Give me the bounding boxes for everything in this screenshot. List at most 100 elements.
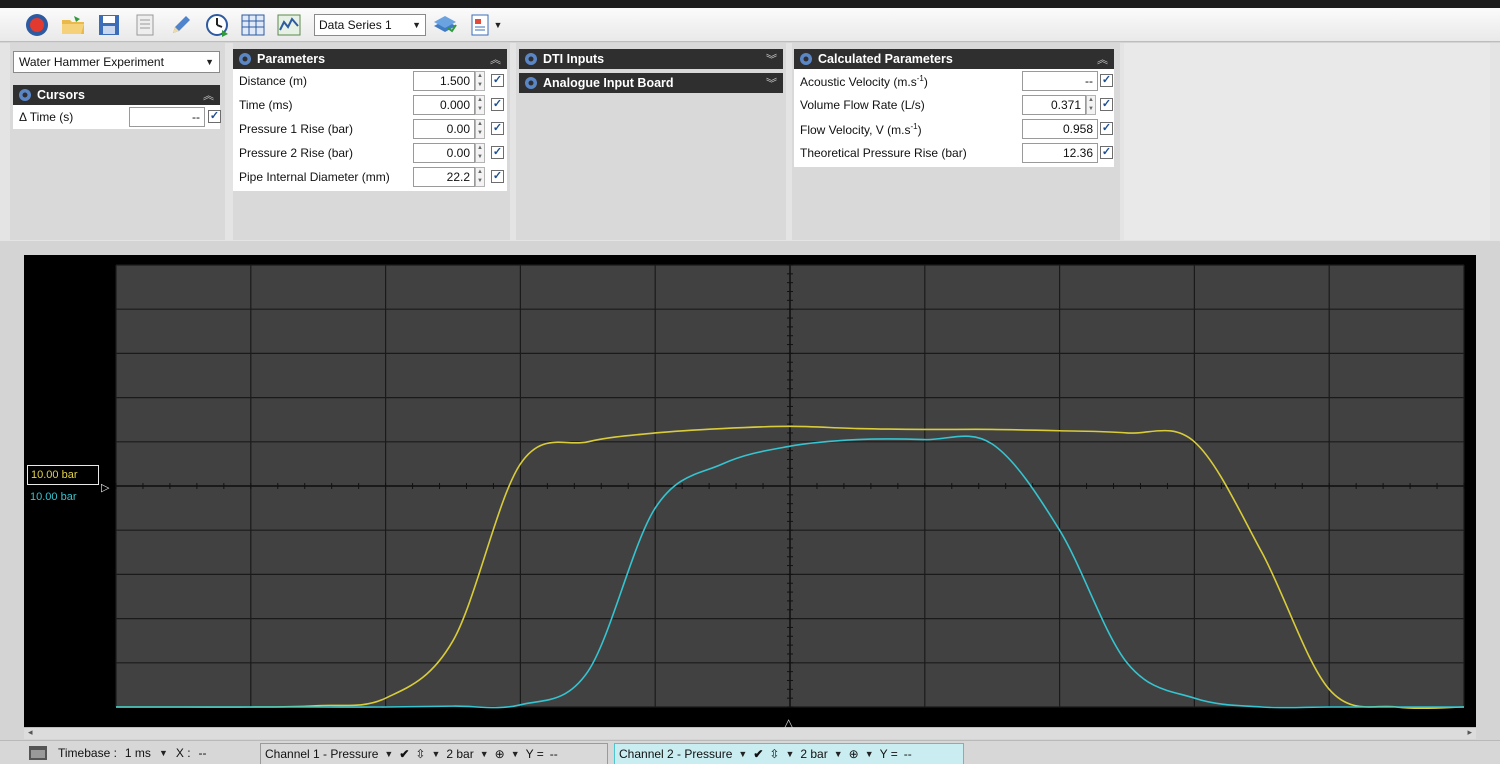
diameter-checkbox[interactable]: ✓: [491, 170, 504, 183]
app-window: Data Series 1 ▼ ▼ Water Hammer Experimen…: [0, 0, 1500, 764]
timebase-select[interactable]: 1 ms: [125, 746, 151, 760]
pressure2-spinner[interactable]: ▲ ▼: [475, 143, 485, 163]
experiment-select[interactable]: Water Hammer Experiment ▼: [13, 51, 220, 73]
clock-icon: [206, 13, 228, 37]
acoustic-label: Acoustic Velocity (m.s-1): [800, 73, 928, 89]
pressure1-label: Pressure 1 Rise (bar): [239, 122, 354, 136]
pressure2-checkbox[interactable]: ✓: [491, 146, 504, 159]
collapse-icon[interactable]: ︽: [490, 51, 501, 67]
calendar-icon[interactable]: [28, 745, 48, 761]
chevron-down-icon[interactable]: ▼: [384, 749, 393, 759]
check-icon[interactable]: ✔: [399, 747, 409, 761]
chevron-down-icon[interactable]: ▼: [865, 749, 874, 759]
chevron-down-icon[interactable]: ▼: [431, 749, 440, 759]
pressure-rise-field[interactable]: 12.36: [1022, 143, 1098, 163]
check-icon[interactable]: ✔: [753, 747, 763, 761]
flowrate-field[interactable]: 0.371: [1022, 95, 1086, 115]
pressure-rise-checkbox[interactable]: ✓: [1100, 146, 1113, 159]
channel1-control[interactable]: Channel 1 - Pressure ▼ ✔ ⇳ ▼ 2 bar ▼ ⊕ ▼…: [260, 743, 608, 764]
horizontal-scrollbar[interactable]: ◂ △ ▸: [24, 716, 1476, 739]
time-checkbox[interactable]: ✓: [491, 98, 504, 111]
zoom-icon[interactable]: ⊕: [849, 747, 859, 761]
channel1-reference-label[interactable]: 10.00 bar: [27, 465, 99, 485]
empty-column: [1124, 43, 1490, 240]
open-folder-icon: [62, 15, 84, 34]
delta-time-field[interactable]: --: [129, 107, 205, 127]
distance-checkbox[interactable]: ✓: [491, 74, 504, 87]
collapse-icon[interactable]: ︽: [1097, 51, 1108, 67]
calculated-header[interactable]: Calculated Parameters ︽: [794, 49, 1114, 69]
flowrate-spinner[interactable]: ▲ ▼: [1086, 95, 1096, 115]
zoom-icon[interactable]: ⊕: [495, 747, 505, 761]
diameter-field[interactable]: 22.2: [413, 167, 475, 187]
gear-icon: [800, 53, 812, 65]
toolbar: Data Series 1 ▼ ▼: [0, 8, 1500, 42]
report-button[interactable]: ▼: [466, 11, 504, 39]
scale-icon[interactable]: ⇳: [769, 747, 779, 761]
save-icon: [99, 14, 119, 35]
timer-button[interactable]: [202, 11, 232, 39]
channel2-reference-label[interactable]: 10.00 bar: [30, 491, 76, 503]
calculated-rows: Acoustic Velocity (m.s-1) -- ✓ Volume Fl…: [794, 69, 1114, 167]
parameter-row-time: Time (ms) 0.000 ▲ ▼ ✓: [233, 93, 507, 117]
chevron-down-icon[interactable]: ▼: [511, 749, 520, 759]
oscilloscope-chart[interactable]: 10.00 bar 10.00 bar ▷: [24, 255, 1476, 727]
acoustic-field[interactable]: --: [1022, 71, 1098, 91]
stop-record-button[interactable]: [22, 11, 52, 39]
distance-spinner[interactable]: ▲ ▼: [475, 71, 485, 91]
distance-field[interactable]: 1.500: [413, 71, 475, 91]
chevron-down-icon[interactable]: ▼: [480, 749, 489, 759]
chevron-down-icon[interactable]: ▼: [738, 749, 747, 759]
trigger-marker-icon[interactable]: △: [784, 716, 793, 730]
channel2-control[interactable]: Channel 2 - Pressure ▼ ✔ ⇳ ▼ 2 bar ▼ ⊕ ▼…: [614, 743, 964, 764]
channel1-scale[interactable]: 2 bar: [446, 747, 473, 761]
time-spinner[interactable]: ▲ ▼: [475, 95, 485, 115]
chevron-down-icon: ▼: [412, 19, 421, 30]
velocity-checkbox[interactable]: ✓: [1100, 122, 1113, 135]
velocity-field[interactable]: 0.958: [1022, 119, 1098, 139]
analogue-board-title: Analogue Input Board: [543, 76, 674, 90]
chevron-down-icon[interactable]: ▼: [785, 749, 794, 759]
pressure1-spinner[interactable]: ▲ ▼: [475, 119, 485, 139]
parameter-row-distance: Distance (m) 1.500 ▲ ▼ ✓: [233, 69, 507, 93]
scroll-left-icon[interactable]: ◂: [28, 727, 33, 738]
data-series-select[interactable]: Data Series 1 ▼: [314, 13, 426, 36]
dti-inputs-header[interactable]: DTI Inputs ︾: [519, 49, 783, 69]
pressure2-field[interactable]: 0.00: [413, 143, 475, 163]
channel2-name[interactable]: Channel 2 - Pressure: [619, 747, 732, 761]
channel2-scale[interactable]: 2 bar: [800, 747, 827, 761]
calc-row-pressure-rise: Theoretical Pressure Rise (bar) 12.36 ✓: [794, 141, 1114, 165]
flowrate-checkbox[interactable]: ✓: [1100, 98, 1113, 111]
channel1-name[interactable]: Channel 1 - Pressure: [265, 747, 378, 761]
diameter-spinner[interactable]: ▲ ▼: [475, 167, 485, 187]
pressure1-checkbox[interactable]: ✓: [491, 122, 504, 135]
cursors-header[interactable]: Cursors ︽: [13, 85, 220, 105]
delta-time-label: Δ Time (s): [19, 110, 74, 124]
scroll-right-icon[interactable]: ▸: [1467, 727, 1472, 738]
chevron-down-icon[interactable]: ▼: [159, 748, 168, 758]
collapse-icon[interactable]: ︽: [203, 87, 214, 103]
open-button[interactable]: [58, 11, 88, 39]
parameters-header[interactable]: Parameters ︽: [233, 49, 507, 69]
pressure1-field[interactable]: 0.00: [413, 119, 475, 139]
calc-row-acoustic: Acoustic Velocity (m.s-1) -- ✓: [794, 69, 1114, 93]
calc-row-flowrate: Volume Flow Rate (L/s) 0.371 ▲ ▼ ✓: [794, 93, 1114, 117]
layers-button[interactable]: [430, 11, 460, 39]
reference-pointer-icon[interactable]: ▷: [101, 481, 109, 494]
title-strip: [0, 0, 1500, 8]
channel2-y-label: Y =: [879, 747, 898, 761]
graph-view-button[interactable]: [274, 11, 304, 39]
document-button[interactable]: [130, 11, 160, 39]
analogue-board-header[interactable]: Analogue Input Board ︾: [519, 73, 783, 93]
annotate-button[interactable]: [166, 11, 196, 39]
table-view-button[interactable]: [238, 11, 268, 39]
expand-icon[interactable]: ︾: [766, 51, 777, 67]
scale-icon[interactable]: ⇳: [415, 747, 425, 761]
acoustic-checkbox[interactable]: ✓: [1100, 74, 1113, 87]
time-field[interactable]: 0.000: [413, 95, 475, 115]
chevron-down-icon[interactable]: ▼: [834, 749, 843, 759]
save-button[interactable]: [94, 11, 124, 39]
delta-time-checkbox[interactable]: ✓: [208, 110, 221, 123]
parameter-row-pressure1: Pressure 1 Rise (bar) 0.00 ▲ ▼ ✓: [233, 117, 507, 141]
expand-icon[interactable]: ︾: [766, 75, 777, 91]
